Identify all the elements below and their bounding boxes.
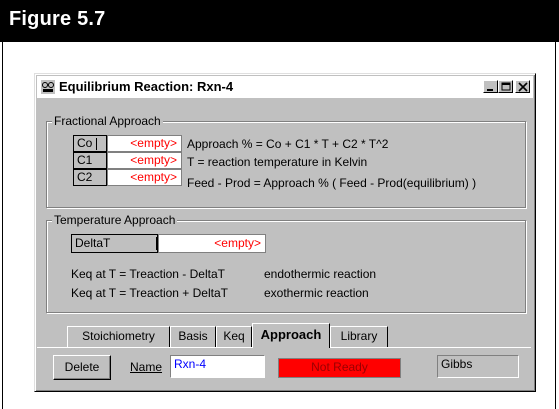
approach-formula: Approach % = Co + C1 * T + C2 * T^2 [187, 137, 389, 151]
co-value-cell[interactable]: <empty> [107, 135, 182, 152]
text-cursor [156, 237, 157, 250]
status-indicator: Not Ready [278, 358, 401, 378]
fractional-approach-label: Fractional Approach [52, 114, 163, 128]
c1-value-cell[interactable]: <empty> [107, 152, 182, 169]
delete-button[interactable]: Delete [53, 355, 111, 380]
keq-exothermic-desc: exothermic reaction [264, 286, 369, 300]
tab-keq[interactable]: Keq [216, 326, 252, 347]
temperature-description: T = reaction temperature in Kelvin [187, 155, 368, 169]
figure-frame-right [555, 42, 556, 409]
app-icon [41, 80, 55, 94]
c2-label: C2 [73, 169, 107, 186]
property-package-field: Gibbs [437, 355, 519, 378]
tab-basis[interactable]: Basis [170, 326, 216, 347]
tab-stoichiometry[interactable]: Stoichiometry [67, 326, 170, 347]
maximize-icon [501, 82, 511, 91]
text-cursor [96, 137, 98, 150]
deltat-label: DeltaT [71, 234, 158, 253]
figure-header: Figure 5.7 [0, 0, 559, 42]
keq-exothermic-formula: Keq at T = Treaction + DeltaT [71, 286, 228, 300]
window-title: Equilibrium Reaction: Rxn-4 [59, 79, 234, 94]
figure-frame-left [2, 42, 3, 409]
minimize-icon [487, 89, 493, 91]
name-field[interactable]: Rxn-4 [170, 355, 265, 378]
maximize-button[interactable] [498, 80, 513, 93]
tab-approach[interactable]: Approach [252, 323, 330, 348]
name-label: Name [130, 360, 163, 374]
equilibrium-reaction-window: Equilibrium Reaction: Rxn-4 Fractional A… [34, 73, 536, 392]
close-icon [518, 82, 528, 92]
feed-prod-description: Feed - Prod = Approach % ( Feed - Prod(e… [187, 176, 477, 190]
c1-label: C1 [73, 152, 107, 169]
minimize-button[interactable] [483, 80, 498, 93]
figure-title: Figure 5.7 [9, 8, 106, 30]
c2-value-cell[interactable]: <empty> [107, 169, 182, 186]
tab-library[interactable]: Library [330, 326, 388, 347]
window-titlebar[interactable]: Equilibrium Reaction: Rxn-4 [37, 76, 533, 98]
close-button[interactable] [515, 80, 530, 93]
deltat-value-cell[interactable]: <empty> [158, 234, 266, 253]
keq-endothermic-formula: Keq at T = Treaction - DeltaT [71, 267, 225, 281]
co-label: Co [73, 135, 107, 152]
keq-endothermic-desc: endothermic reaction [264, 267, 377, 281]
temperature-approach-label: Temperature Approach [52, 213, 178, 227]
